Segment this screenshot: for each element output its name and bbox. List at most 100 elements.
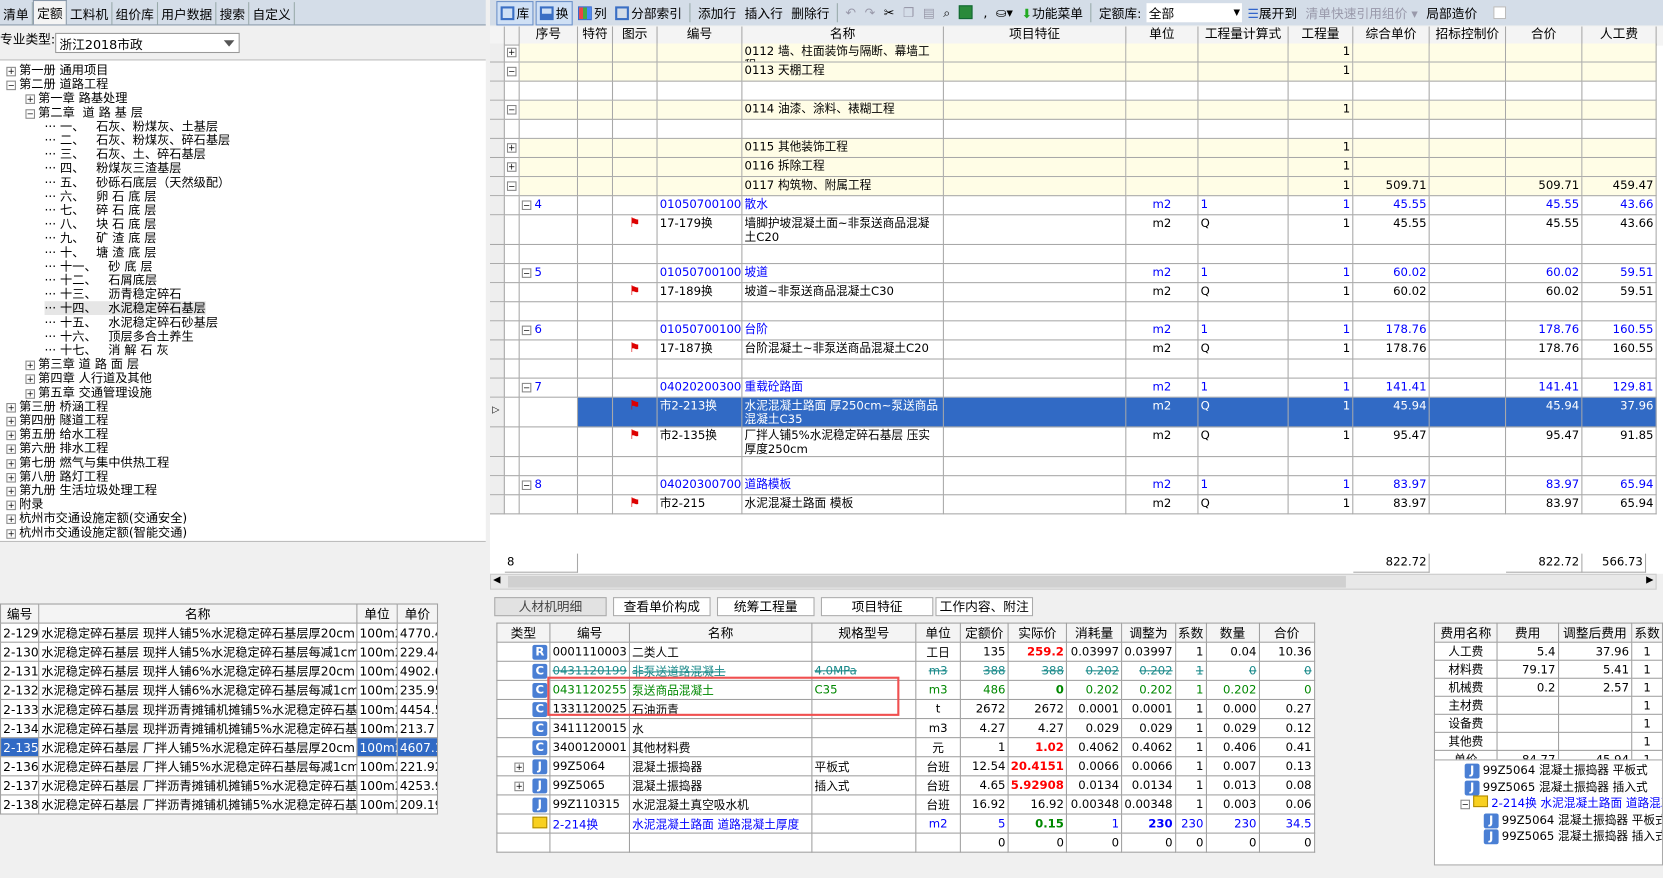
tree-node[interactable]: ··· 十、 塘 渣 底 层 bbox=[45, 245, 157, 260]
tree-node[interactable]: + 第三册 桥涵工程 bbox=[6, 399, 108, 414]
function-menu-button[interactable]: ⬇功能菜单 bbox=[1018, 2, 1086, 24]
tree-node[interactable]: ··· 十五、 水泥稳定碎石砂基层 bbox=[45, 315, 219, 330]
resource-tree-node[interactable]: J 99Z5065 混凝土振捣器 插入式 bbox=[1464, 779, 1648, 795]
expand-icon[interactable]: + bbox=[25, 388, 35, 399]
column-header[interactable]: 调整为 bbox=[1121, 622, 1176, 643]
tab-4[interactable]: 用户数据 bbox=[158, 2, 217, 25]
library-button[interactable]: 库 bbox=[496, 0, 534, 25]
blank-row[interactable] bbox=[489, 81, 1663, 101]
tree-node[interactable]: + 第三章 道 路 面 层 bbox=[25, 357, 139, 372]
expand-icon[interactable]: + bbox=[506, 143, 517, 153]
cost-row[interactable]: 人工费 5.4 37.96 1 bbox=[1433, 641, 1663, 661]
tree-node[interactable]: + 第七册 燃气与集中供热工程 bbox=[6, 455, 169, 470]
expand-icon[interactable]: + bbox=[514, 781, 524, 791]
tree-node[interactable]: ··· 五、 砂砾石底层（天然级配） bbox=[45, 175, 231, 190]
expand-icon[interactable]: + bbox=[25, 360, 35, 371]
blank-row[interactable] bbox=[489, 359, 1663, 379]
detail-tab[interactable]: 人材机明细 bbox=[494, 597, 607, 617]
collapse-icon[interactable]: − bbox=[521, 480, 532, 490]
bill-item-row[interactable]: −8 040203007002 道路模板 m2 1 1 83.97 83.97 65.94 bbox=[489, 476, 1663, 496]
tree-node[interactable]: + 第九册 生活垃圾处理工程 bbox=[6, 483, 157, 498]
section-index-button[interactable]: 分部索引 bbox=[612, 2, 685, 24]
detail-row[interactable]: R 0001110003 二类人工 工日 135 259.2 0.03997 0.03997 1… bbox=[496, 641, 1315, 662]
section-row[interactable]: +0116 拆除工程 1 bbox=[489, 158, 1663, 178]
detail-row[interactable]: 2-214换 水泥混凝土路面 道路混凝土厚度 m2 5 0.15 1 230 230 230 34… bbox=[496, 813, 1315, 834]
delete-row-button[interactable]: 删除行 bbox=[788, 2, 833, 24]
tree-node[interactable]: + 杭州市交通设施定额(交通安全) bbox=[6, 511, 187, 526]
tree-node[interactable]: ··· 二、 石灰、粉煤灰、碎石基层 bbox=[45, 133, 231, 148]
column-header[interactable]: 系数 bbox=[1631, 622, 1663, 643]
expand-icon[interactable]: + bbox=[6, 486, 16, 497]
tree-node[interactable]: ··· 四、 粉煤灰三渣基层 bbox=[45, 161, 182, 176]
collapse-icon[interactable]: − bbox=[506, 104, 517, 115]
section-row[interactable]: +0112 墙、柱面装饰与隔断、幕墙工程 1 bbox=[489, 43, 1663, 63]
quota-row[interactable]: ⚑ 市2-215 水泥混凝土路面 模板 m2 Q 1 83.97 83.97 65.94 bbox=[489, 495, 1663, 515]
quota-lib-select[interactable]: 全部 ▼ bbox=[1146, 3, 1243, 23]
tree-node[interactable]: + 第四章 人行道及其他 bbox=[25, 371, 152, 386]
tree-node[interactable]: + 第八册 路灯工程 bbox=[6, 469, 108, 484]
scroll-thumb[interactable] bbox=[508, 575, 1346, 588]
blank-row[interactable] bbox=[489, 244, 1663, 265]
collapse-icon[interactable]: − bbox=[521, 268, 532, 278]
column-header[interactable]: 单位 bbox=[915, 622, 961, 643]
collapse-icon[interactable]: − bbox=[506, 66, 517, 77]
add-row-button[interactable]: 添加行 bbox=[695, 2, 740, 24]
expand-icon[interactable]: + bbox=[25, 374, 35, 385]
tree-node[interactable]: ··· 十三、 沥青稳定碎石 bbox=[45, 287, 182, 302]
column-header[interactable]: 编号 bbox=[549, 622, 630, 643]
cost-row[interactable]: 材料费 79.17 5.41 1 bbox=[1433, 659, 1663, 679]
column-header[interactable]: 定额价 bbox=[959, 622, 1009, 643]
table-row[interactable]: 2-136水泥稳定碎石基层 厂拌人铺5%水泥稳定碎石基层每减1cm100m222… bbox=[0, 756, 439, 777]
tree-node[interactable]: + 杭州市交通设施定额(智能交通) bbox=[6, 525, 187, 540]
column-header[interactable]: 编号 bbox=[0, 603, 40, 624]
blank-row[interactable] bbox=[489, 457, 1663, 477]
tree-node[interactable]: + 第一册 通用项目 bbox=[6, 63, 108, 78]
section-row[interactable]: − 0113 天棚工程 1 bbox=[489, 62, 1663, 82]
expand-to-button[interactable]: ☰展开到 bbox=[1244, 2, 1300, 24]
blank-row[interactable] bbox=[489, 302, 1663, 322]
tree-node[interactable]: ··· 十七、 消 解 石 灰 bbox=[45, 343, 169, 358]
expand-icon[interactable]: + bbox=[6, 514, 16, 525]
local-price-checkbox[interactable] bbox=[1493, 6, 1506, 20]
tree-node[interactable]: ··· 八、 块 石 底 层 bbox=[45, 217, 157, 232]
tab-6[interactable]: 自定义 bbox=[249, 2, 295, 25]
table-row[interactable]: 2-133水泥稳定碎石基层 现拌沥青摊铺机摊铺5%水泥稳定碎石基层100m244… bbox=[0, 698, 439, 720]
bill-grid[interactable]: 序号 特符 图示 编号 名称 项目特征 单位 工程量计算式 工程量 综合单价 招标控制价 合价 人工费 +… bbox=[489, 26, 1663, 574]
swap-button[interactable]: 换 bbox=[535, 0, 573, 25]
tree-node[interactable]: + 附录 bbox=[6, 497, 43, 512]
excel-button[interactable] bbox=[956, 3, 978, 22]
bill-item-row[interactable]: −5 010507001002 坡道 m2 1 1 60.02 60.02 59.51 bbox=[489, 264, 1663, 284]
cost-row[interactable]: 其他费 1 bbox=[1433, 731, 1663, 751]
tree-node[interactable]: ··· 七、 碎 石 底 层 bbox=[45, 203, 157, 218]
expand-icon[interactable]: + bbox=[514, 762, 524, 772]
expand-icon[interactable]: + bbox=[6, 402, 16, 413]
column-header[interactable]: 规格型号 bbox=[811, 622, 917, 643]
expand-icon[interactable]: + bbox=[6, 528, 16, 539]
detail-row[interactable]: C 3411120015 水 m3 4.27 4.27 0.029 0.029 1 0.029 0.… bbox=[496, 718, 1315, 739]
table-row[interactable]: 2-129水泥稳定碎石基层 现拌人铺5%水泥稳定碎石基层厚20cm100m247… bbox=[0, 622, 439, 643]
quota-row[interactable]: ⚑ 市2-213换 水泥混凝土路面 厚250cm~泵送商品混凝土C35 m2 Q 1 45.… bbox=[489, 397, 1663, 428]
table-row[interactable]: 2-138水泥稳定碎石基层 厂拌沥青摊铺机摊铺5%水泥稳定碎石基层100m220… bbox=[0, 794, 439, 815]
expand-icon[interactable]: + bbox=[25, 94, 35, 105]
tree-node[interactable]: ··· 六、 卵 石 底 层 bbox=[45, 189, 157, 204]
resource-tree-node[interactable]: − 2-214换 水泥混凝土路面 道路混凝土厚度 bbox=[1460, 795, 1662, 811]
column-header[interactable]: 消耗量 bbox=[1066, 622, 1123, 643]
quick-reference-button[interactable]: 清单快速引用组价 ▾ bbox=[1302, 2, 1421, 24]
resource-tree-node[interactable]: J 99Z5065 混凝土振捣器 插入式 bbox=[1483, 828, 1662, 845]
table-row[interactable]: 2-135水泥稳定碎石基层 厂拌人铺5%水泥稳定碎石基层厚20cm100m246… bbox=[0, 737, 439, 758]
expand-icon[interactable]: + bbox=[6, 444, 16, 455]
expand-icon[interactable]: + bbox=[6, 500, 16, 511]
bill-item-row[interactable]: −4 010507001001 散水 m2 1 1 45.55 45.55 43.66 bbox=[489, 196, 1663, 216]
undo-button[interactable]: ↶ bbox=[842, 3, 859, 22]
detail-tab[interactable]: 查看单价构成 bbox=[613, 597, 711, 617]
tab-0[interactable]: 清单 bbox=[0, 2, 33, 25]
expand-icon[interactable]: + bbox=[6, 430, 16, 441]
cost-row[interactable]: 设备费 1 bbox=[1433, 713, 1663, 733]
column-header[interactable]: 合价 bbox=[1258, 622, 1315, 643]
column-header[interactable]: 数量 bbox=[1205, 622, 1260, 643]
column-header[interactable]: 单位 bbox=[356, 603, 398, 624]
quota-row[interactable]: ⚑ 17-189换 坡道~非泵送商品混凝土C30 m2 Q 1 60.02 60.02 59.5… bbox=[489, 283, 1663, 303]
tree-node[interactable]: + 第四册 隧道工程 bbox=[6, 413, 108, 428]
collapse-icon[interactable]: − bbox=[6, 80, 16, 91]
column-header[interactable]: 名称 bbox=[38, 603, 358, 624]
